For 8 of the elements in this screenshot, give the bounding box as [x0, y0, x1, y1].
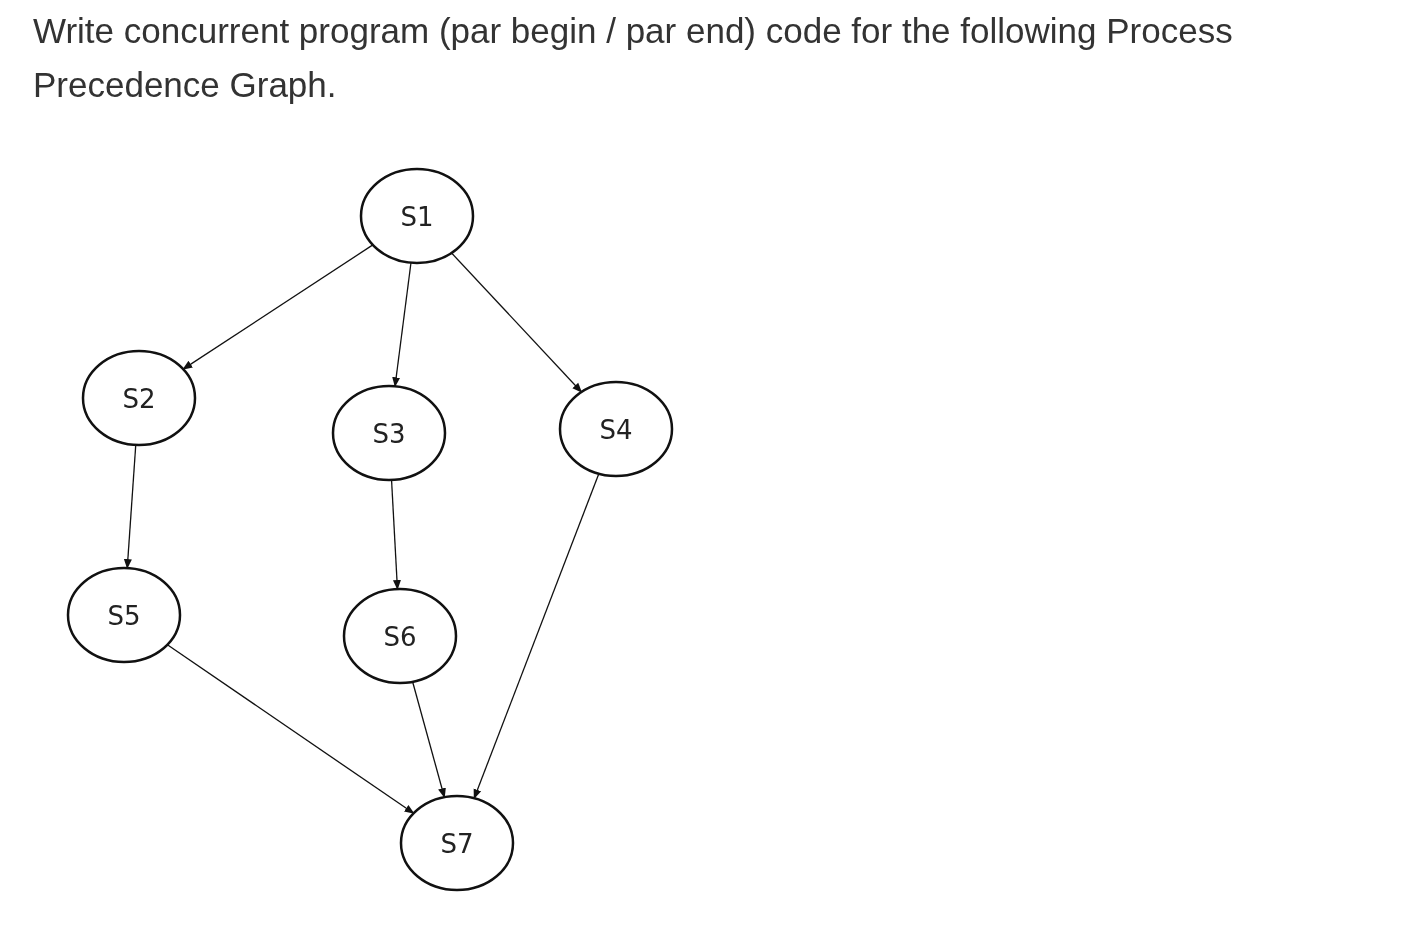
question-text: Write concurrent program (par begin / par end) code for the following Process Precedence Graph.	[32, 10, 1234, 106]
node-label: S2	[122, 384, 156, 414]
node-label: S5	[107, 601, 141, 631]
node-label: S3	[372, 419, 406, 449]
node-label: S6	[383, 622, 417, 652]
node-label: S4	[599, 415, 633, 445]
node-label: S7	[440, 829, 474, 859]
node-label: S1	[400, 202, 434, 232]
